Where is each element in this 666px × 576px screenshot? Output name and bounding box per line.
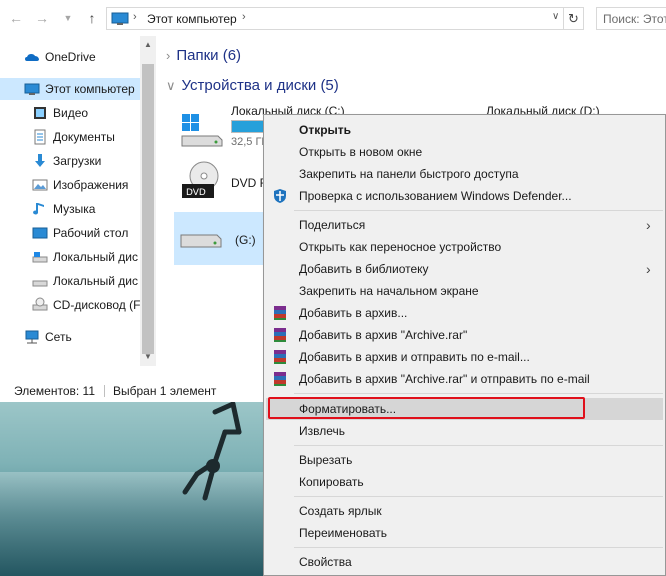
pictures-folder-icon bbox=[32, 179, 48, 191]
winrar-icon bbox=[274, 328, 286, 342]
windows-drive-icon bbox=[181, 114, 223, 147]
up-button[interactable]: ↑ bbox=[84, 10, 100, 26]
menu-item-rename[interactable]: Переименовать bbox=[266, 522, 663, 544]
menu-item-share[interactable]: Поделиться › bbox=[266, 214, 663, 236]
menu-separator bbox=[294, 445, 663, 446]
address-dropdown-icon[interactable]: ∨ bbox=[552, 11, 559, 22]
nav-item-this-pc[interactable]: Этот компьютер bbox=[0, 78, 142, 100]
drive-icon bbox=[32, 252, 48, 263]
drive-tile-dvd[interactable]: DVD DVD R bbox=[174, 160, 274, 212]
nav-item-network[interactable]: Сеть bbox=[0, 326, 142, 348]
menu-item-eject[interactable]: Извлечь bbox=[266, 420, 663, 442]
scrollbar-thumb[interactable] bbox=[142, 64, 154, 354]
format-highlight-box bbox=[268, 397, 585, 419]
menu-separator bbox=[294, 547, 663, 548]
status-selected: Выбран 1 элемент bbox=[113, 384, 217, 398]
nav-item-onedrive[interactable]: OneDrive bbox=[0, 46, 142, 68]
back-button[interactable]: ← bbox=[8, 10, 24, 26]
address-row: ← → ▼ ↑ › Этот компьютер › ∨ ↻ Поиск: Эт… bbox=[0, 0, 666, 36]
folders-group-header[interactable]: › Папки (6) bbox=[166, 47, 241, 64]
nav-item-cd-drive[interactable]: CD-дисковод (F bbox=[0, 294, 142, 316]
onedrive-icon bbox=[25, 54, 39, 61]
menu-item-pin-quick-access[interactable]: Закрепить на панели быстрого доступа bbox=[266, 163, 663, 185]
menu-item-open-portable-device[interactable]: Открыть как переносное устройство bbox=[266, 236, 663, 258]
nav-item-local-disk-c[interactable]: Локальный дис bbox=[0, 246, 142, 268]
breadcrumb-current[interactable]: Этот компьютер bbox=[147, 12, 237, 26]
winrar-icon bbox=[274, 372, 286, 386]
menu-item-add-to-archive-rar[interactable]: Добавить в архив "Archive.rar" bbox=[266, 324, 663, 346]
nav-item-video[interactable]: Видео bbox=[0, 102, 142, 124]
menu-item-archive-rar-and-email[interactable]: Добавить в архив "Archive.rar" и отправи… bbox=[266, 368, 663, 390]
navigation-pane: OneDrive Этот компьютер Видео Документы … bbox=[0, 36, 156, 366]
menu-item-defender-scan[interactable]: Проверка с использованием Windows Defend… bbox=[266, 185, 663, 207]
computer-icon bbox=[24, 83, 40, 95]
status-items-count: Элементов: 11 bbox=[14, 384, 95, 398]
nav-item-local-disk-d[interactable]: Локальный дис bbox=[0, 270, 142, 292]
computer-icon bbox=[111, 12, 129, 25]
menu-separator bbox=[294, 393, 663, 394]
music-folder-icon bbox=[33, 203, 44, 215]
submenu-arrow-icon: › bbox=[646, 261, 651, 277]
menu-item-archive-and-email[interactable]: Добавить в архив и отправить по e-mail..… bbox=[266, 346, 663, 368]
submenu-arrow-icon: › bbox=[646, 217, 651, 233]
search-input[interactable]: Поиск: Этот компьютер bbox=[596, 7, 666, 30]
nav-item-desktop[interactable]: Рабочий стол bbox=[0, 222, 142, 244]
menu-item-copy[interactable]: Копировать bbox=[266, 471, 663, 493]
svg-text:DVD: DVD bbox=[186, 188, 206, 198]
devices-group-header[interactable]: ∨ Устройства и диски (5) bbox=[166, 77, 339, 94]
drive-name: (G:) bbox=[235, 233, 256, 247]
menu-item-properties[interactable]: Свойства bbox=[266, 551, 663, 573]
menu-separator bbox=[294, 496, 663, 497]
winrar-icon bbox=[274, 306, 286, 320]
menu-item-add-to-library[interactable]: Добавить в библиотеку › bbox=[266, 258, 663, 280]
nav-item-pictures[interactable]: Изображения bbox=[0, 174, 142, 196]
menu-item-pin-start[interactable]: Закрепить на начальном экране bbox=[266, 280, 663, 302]
recent-locations-chevron-icon[interactable]: ▼ bbox=[60, 10, 76, 26]
menu-item-open-new-window[interactable]: Открыть в новом окне bbox=[266, 141, 663, 163]
drive-icon bbox=[180, 234, 222, 248]
refresh-button[interactable]: ↻ bbox=[563, 8, 583, 29]
cd-drive-icon bbox=[32, 297, 48, 311]
status-separator bbox=[104, 385, 105, 397]
menu-item-open[interactable]: Открыть bbox=[266, 119, 663, 141]
dvd-drive-icon: DVD bbox=[182, 161, 219, 198]
menu-separator bbox=[294, 210, 663, 211]
downloads-folder-icon bbox=[35, 154, 45, 167]
winrar-icon bbox=[274, 350, 286, 364]
wallpaper-figure bbox=[182, 402, 242, 501]
desktop-folder-icon bbox=[32, 227, 48, 239]
network-icon bbox=[25, 330, 39, 344]
breadcrumb-separator-icon: › bbox=[133, 11, 137, 23]
menu-item-cut[interactable]: Вырезать bbox=[266, 449, 663, 471]
scroll-up-icon[interactable]: ▲ bbox=[140, 40, 156, 49]
defender-icon bbox=[274, 189, 286, 203]
drive-tile-c[interactable]: Локальный диск (C:) 32,5 ГБ bbox=[174, 100, 345, 152]
drive-icon bbox=[32, 280, 48, 287]
documents-folder-icon bbox=[34, 129, 46, 145]
scroll-down-icon[interactable]: ▼ bbox=[140, 352, 156, 361]
breadcrumb-chevron-icon[interactable]: › bbox=[242, 11, 246, 23]
chevron-right-icon: › bbox=[166, 48, 171, 63]
forward-button[interactable]: → bbox=[34, 10, 50, 26]
menu-item-add-to-archive[interactable]: Добавить в архив... bbox=[266, 302, 663, 324]
nav-item-downloads[interactable]: Загрузки bbox=[0, 150, 142, 172]
nav-item-music[interactable]: Музыка bbox=[0, 198, 142, 220]
video-folder-icon bbox=[34, 107, 46, 119]
navpane-scrollbar[interactable]: ▲ ▼ bbox=[140, 36, 156, 366]
context-menu: Открыть Открыть в новом окне Закрепить н… bbox=[263, 114, 666, 576]
address-bar[interactable]: › Этот компьютер › ∨ ↻ bbox=[106, 7, 584, 30]
drive-tile-g[interactable]: (G:) bbox=[174, 212, 266, 265]
nav-item-documents[interactable]: Документы bbox=[0, 126, 142, 148]
chevron-down-icon: ∨ bbox=[166, 78, 176, 93]
menu-item-create-shortcut[interactable]: Создать ярлык bbox=[266, 500, 663, 522]
